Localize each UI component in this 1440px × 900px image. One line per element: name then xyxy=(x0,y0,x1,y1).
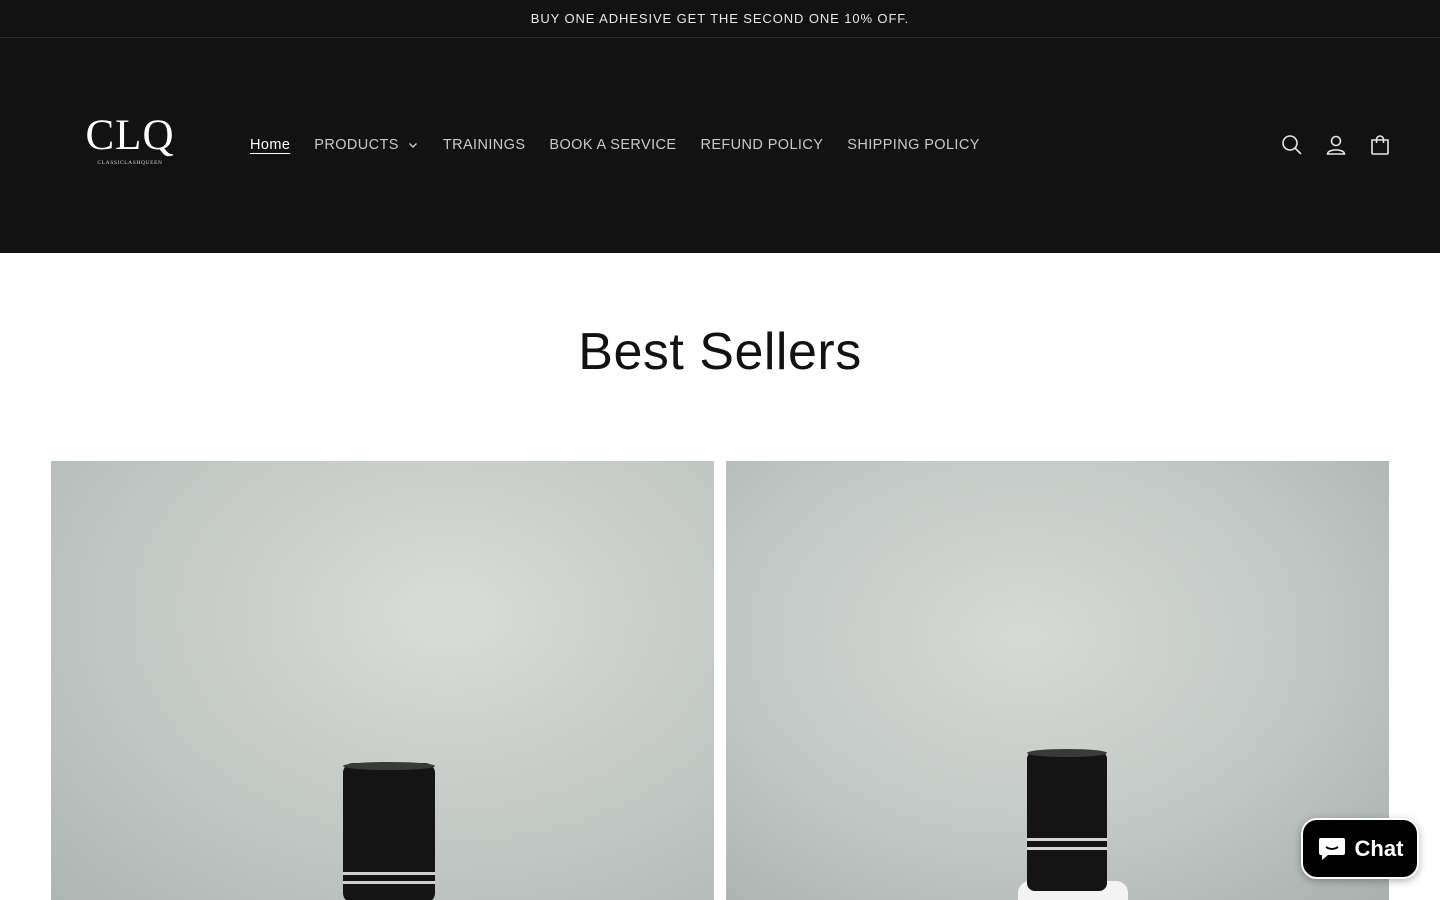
cart-icon xyxy=(1371,135,1389,155)
nav-refund-policy[interactable]: REFUND POLICY xyxy=(688,137,835,153)
nav-book-a-service[interactable]: BOOK A SERVICE xyxy=(537,137,688,153)
nav-home[interactable]: Home xyxy=(238,137,302,153)
chat-label: Chat xyxy=(1354,835,1404,861)
cart-button[interactable] xyxy=(1364,129,1396,161)
nav-products[interactable]: PRODUCTS xyxy=(302,137,431,153)
nav-trainings[interactable]: TRAININGS xyxy=(431,137,538,153)
search-icon xyxy=(1282,135,1302,155)
announcement-text: BUY ONE ADHESIVE GET THE SECOND ONE 10% … xyxy=(530,11,910,26)
section-title: Best Sellers xyxy=(578,323,862,381)
chevron-down-icon xyxy=(408,143,417,148)
lash-adhesive-bottle-image xyxy=(1018,749,1128,900)
account-icon xyxy=(1326,135,1346,155)
main-nav: Home PRODUCTS TRAININGS BOOK A SERVICE R… xyxy=(238,131,992,159)
site-header: CLQ CLASSICLASHQUEEN Home PRODUCTS TRAIN… xyxy=(0,38,1440,253)
lash-adhesive-bottle-image xyxy=(343,762,435,900)
search-button[interactable] xyxy=(1276,129,1308,161)
product-card[interactable] xyxy=(726,461,1389,900)
chat-bubble-icon xyxy=(1318,837,1345,860)
announcement-bar: BUY ONE ADHESIVE GET THE SECOND ONE 10% … xyxy=(0,0,1440,38)
product-card[interactable] xyxy=(51,461,714,900)
logo-subtitle: CLASSICLASHQUEEN xyxy=(97,160,163,166)
site-logo[interactable]: CLQ CLASSICLASHQUEEN xyxy=(80,114,180,170)
logo-mark: CLQ xyxy=(85,112,175,159)
account-button[interactable] xyxy=(1320,129,1352,161)
nav-shipping-policy[interactable]: SHIPPING POLICY xyxy=(835,137,992,153)
nav-products-label: PRODUCTS xyxy=(314,137,399,153)
chat-button[interactable]: Chat xyxy=(1301,818,1419,879)
